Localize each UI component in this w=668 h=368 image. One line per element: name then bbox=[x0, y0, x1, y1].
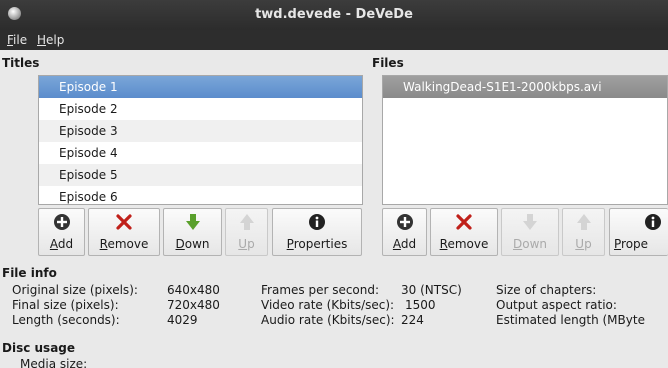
add-icon bbox=[383, 213, 426, 235]
audio-rate-value: 224 bbox=[401, 313, 424, 327]
final-size-label: Final size (pixels): bbox=[12, 298, 119, 312]
titles-add-button[interactable]: Add bbox=[38, 208, 85, 256]
menu-bar: File Help bbox=[0, 30, 668, 50]
add-icon bbox=[39, 213, 84, 235]
files-list[interactable]: WalkingDead-S1E1-2000kbps.avi bbox=[382, 75, 668, 205]
title-item[interactable]: Episode 1 bbox=[39, 76, 362, 98]
disc-usage-heading: Disc usage bbox=[2, 341, 76, 355]
video-rate-value: 1500 bbox=[405, 298, 436, 312]
window-titlebar[interactable]: twd.devede - DeVeDe bbox=[0, 0, 668, 30]
titles-properties-label: Properties bbox=[286, 237, 348, 251]
files-properties-label: Prope bbox=[614, 237, 649, 251]
file-info-heading: File info bbox=[2, 266, 57, 280]
arrow-down-icon bbox=[164, 213, 221, 235]
title-item[interactable]: Episode 3 bbox=[39, 120, 362, 142]
titles-down-label: Down bbox=[175, 237, 210, 251]
audio-rate-label: Audio rate (Kbits/sec): bbox=[261, 313, 395, 327]
titles-label: Titles bbox=[2, 56, 40, 70]
fps-value: 30 (NTSC) bbox=[401, 283, 462, 297]
estimated-length-label: Estimated length (MByte bbox=[496, 313, 645, 327]
title-item[interactable]: Episode 5 bbox=[39, 164, 362, 186]
remove-icon bbox=[431, 213, 497, 235]
arrow-down-icon bbox=[502, 213, 558, 235]
media-size-label: Media size: bbox=[20, 357, 88, 368]
menu-help-mnemonic: H bbox=[37, 33, 47, 47]
menu-help[interactable]: Help bbox=[37, 33, 64, 47]
length-value: 4029 bbox=[167, 313, 198, 327]
chapters-label: Size of chapters: bbox=[496, 283, 597, 297]
video-rate-label: Video rate (Kbits/sec): bbox=[261, 298, 395, 312]
files-add-label: Add bbox=[392, 237, 417, 251]
arrow-up-icon bbox=[563, 213, 604, 235]
final-size-value: 720x480 bbox=[167, 298, 220, 312]
fps-label: Frames per second: bbox=[261, 283, 380, 297]
arrow-up-icon bbox=[226, 213, 267, 235]
menu-help-rest: elp bbox=[46, 33, 65, 47]
title-item[interactable]: Episode 6 bbox=[39, 186, 362, 204]
titles-remove-label: Remove bbox=[99, 237, 149, 251]
files-remove-button[interactable]: Remove bbox=[430, 208, 498, 256]
file-item[interactable]: WalkingDead-S1E1-2000kbps.avi bbox=[383, 76, 667, 98]
info-icon bbox=[610, 213, 668, 235]
title-item[interactable]: Episode 2 bbox=[39, 98, 362, 120]
titles-up-button[interactable]: Up bbox=[225, 208, 268, 256]
files-down-button[interactable]: Down bbox=[501, 208, 559, 256]
info-icon bbox=[273, 213, 361, 235]
files-remove-label: Remove bbox=[439, 237, 489, 251]
titles-remove-button[interactable]: Remove bbox=[88, 208, 160, 256]
original-size-label: Original size (pixels): bbox=[12, 283, 138, 297]
window-title: twd.devede - DeVeDe bbox=[255, 7, 413, 22]
titles-add-label: Add bbox=[49, 237, 74, 251]
files-up-label: Up bbox=[575, 237, 592, 251]
files-properties-button[interactable]: Prope bbox=[609, 208, 668, 256]
aspect-label: Output aspect ratio: bbox=[496, 298, 617, 312]
files-up-button[interactable]: Up bbox=[562, 208, 605, 256]
remove-icon bbox=[89, 213, 159, 235]
menu-file-rest: ile bbox=[13, 33, 28, 47]
original-size-value: 640x480 bbox=[167, 283, 220, 297]
titles-list[interactable]: Episode 1 Episode 2 Episode 3 Episode 4 … bbox=[38, 75, 363, 205]
files-down-label: Down bbox=[512, 237, 547, 251]
titles-down-button[interactable]: Down bbox=[163, 208, 222, 256]
files-label: Files bbox=[372, 56, 404, 70]
length-label: Length (seconds): bbox=[12, 313, 120, 327]
titles-properties-button[interactable]: Properties bbox=[272, 208, 362, 256]
menu-file[interactable]: File bbox=[7, 33, 27, 47]
files-add-button[interactable]: Add bbox=[382, 208, 427, 256]
title-item[interactable]: Episode 4 bbox=[39, 142, 362, 164]
titles-up-label: Up bbox=[238, 237, 255, 251]
